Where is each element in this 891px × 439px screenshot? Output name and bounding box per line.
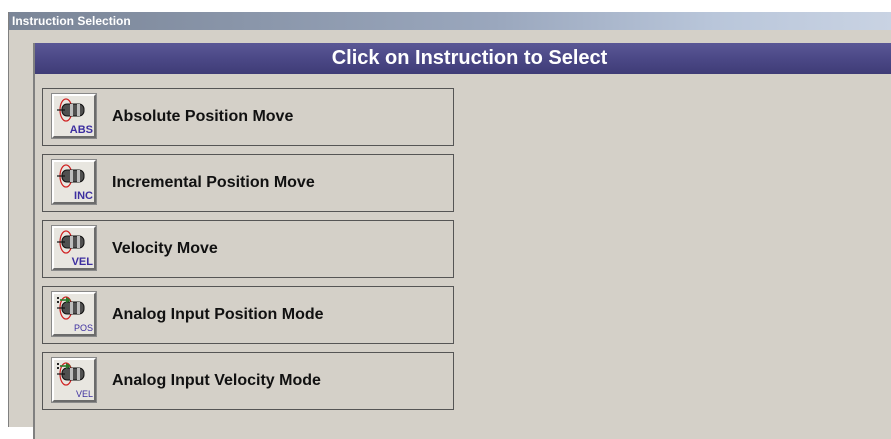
instruction-panel: Click on Instruction to Select ABS Absol… <box>33 43 891 439</box>
analog-arrow-icon <box>57 297 71 303</box>
instruction-selection-window: Instruction Selection Click on Instructi… <box>8 12 891 439</box>
icon-tag-abs: ABS <box>69 124 93 136</box>
instruction-label: Analog Input Velocity Mode <box>112 372 321 389</box>
icon-tag-inc: INC <box>74 190 93 202</box>
instruction-label: Absolute Position Move <box>112 108 294 125</box>
icon-tag-pos: POS <box>73 323 93 333</box>
icon-tag-vel: VEL <box>71 256 93 268</box>
instruction-analog-input-position-mode[interactable]: POS Analog Input Position Mode <box>42 286 454 344</box>
instruction-analog-input-velocity-mode[interactable]: VEL Analog Input Velocity Mode <box>42 352 454 410</box>
panel-header: Click on Instruction to Select <box>35 43 891 74</box>
instruction-label: Velocity Move <box>112 240 218 257</box>
instruction-label: Incremental Position Move <box>112 174 315 191</box>
motor-analog-vel-icon[interactable]: VEL <box>51 357 97 403</box>
analog-arrow-icon <box>57 363 71 369</box>
icon-tag-vel: VEL <box>75 389 93 399</box>
instruction-label: Analog Input Position Mode <box>112 306 324 323</box>
motor-vel-icon[interactable]: VEL <box>51 225 97 271</box>
instruction-absolute-position-move[interactable]: ABS Absolute Position Move <box>42 88 454 146</box>
motor-abs-icon[interactable]: ABS <box>51 93 97 139</box>
window-title: Instruction Selection <box>9 12 891 30</box>
motor-inc-icon[interactable]: INC <box>51 159 97 205</box>
instruction-velocity-move[interactable]: VEL Velocity Move <box>42 220 454 278</box>
motor-analog-pos-icon[interactable]: POS <box>51 291 97 337</box>
instruction-incremental-position-move[interactable]: INC Incremental Position Move <box>42 154 454 212</box>
